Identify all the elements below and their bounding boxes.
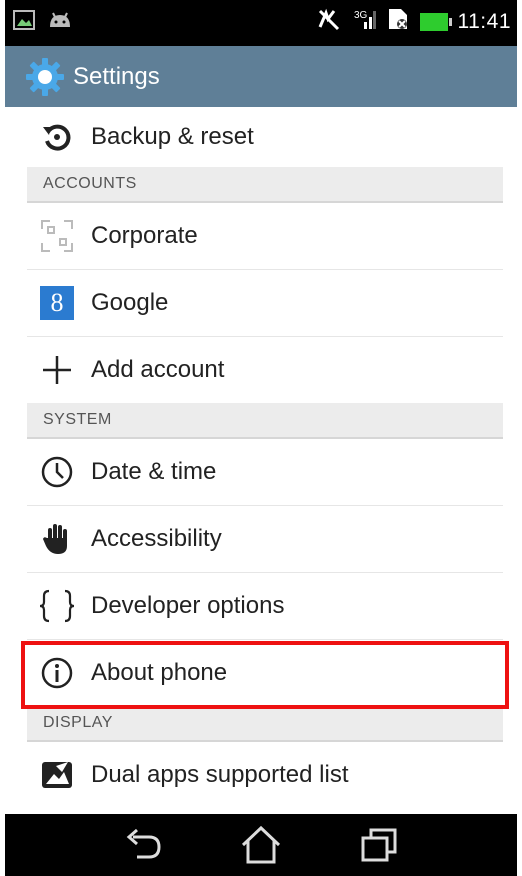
item-label: Backup & reset xyxy=(91,123,254,150)
gallery-icon xyxy=(13,10,35,35)
section-header-system: SYSTEM xyxy=(27,403,503,439)
android-icon xyxy=(47,11,73,34)
back-icon[interactable] xyxy=(119,821,167,869)
settings-list: Backup & reset ACCOUNTS Corporate 8 Goog… xyxy=(27,107,503,808)
item-label: Accessibility xyxy=(91,525,222,552)
status-right: 3G 11:41 xyxy=(316,7,512,36)
list-item-google[interactable]: 8 Google xyxy=(27,270,503,337)
svg-text:3G: 3G xyxy=(354,10,368,21)
list-item-accessibility[interactable]: Accessibility xyxy=(27,506,503,573)
item-label: About phone xyxy=(91,659,228,686)
page-title: Settings xyxy=(73,62,160,90)
item-label: Date & time xyxy=(91,458,217,485)
item-label: Developer options xyxy=(91,592,285,619)
item-label: Google xyxy=(91,289,169,316)
list-item-date-time[interactable]: Date & time xyxy=(27,439,503,506)
item-label: Dual apps supported list xyxy=(91,761,349,788)
recent-apps-icon[interactable] xyxy=(355,821,403,869)
plus-icon xyxy=(37,350,77,390)
navigation-bar xyxy=(5,814,517,876)
home-icon[interactable] xyxy=(237,821,285,869)
clock-icon xyxy=(37,452,77,492)
dual-apps-icon xyxy=(37,755,77,795)
status-bar: 3G 11:41 xyxy=(5,0,517,46)
list-item-backup-reset[interactable]: Backup & reset xyxy=(27,107,503,167)
section-header-accounts: ACCOUNTS xyxy=(27,167,503,203)
action-bar: Settings xyxy=(5,46,517,107)
list-item-about-phone[interactable]: About phone xyxy=(27,640,503,706)
backup-reset-icon xyxy=(37,117,77,157)
battery-icon xyxy=(419,12,452,31)
clock: 11:41 xyxy=(457,9,511,33)
signal-icon: 3G xyxy=(352,7,376,36)
signal-off-icon xyxy=(316,7,342,36)
list-item-corporate[interactable]: Corporate xyxy=(27,203,503,270)
item-label: Add account xyxy=(91,356,225,383)
google-icon: 8 xyxy=(37,283,77,323)
braces-icon xyxy=(37,586,77,626)
list-item-developer-options[interactable]: Developer options xyxy=(27,573,503,640)
google-badge: 8 xyxy=(40,286,74,320)
info-icon xyxy=(37,653,77,693)
section-header-display: DISPLAY xyxy=(27,706,503,742)
hand-icon xyxy=(37,519,77,559)
list-item-dual-apps[interactable]: Dual apps supported list xyxy=(27,742,503,808)
list-item-add-account[interactable]: Add account xyxy=(27,337,503,403)
item-label: Corporate xyxy=(91,222,198,249)
sim-icon xyxy=(386,7,410,36)
gear-icon[interactable] xyxy=(23,55,67,99)
status-left xyxy=(13,10,73,35)
corporate-icon xyxy=(37,216,77,256)
